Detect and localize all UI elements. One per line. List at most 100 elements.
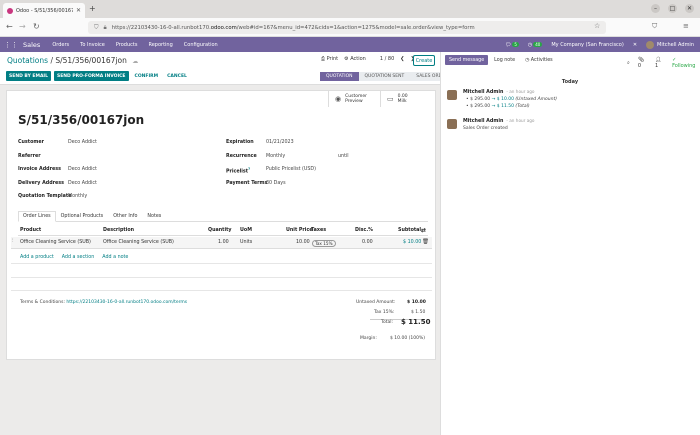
following-button[interactable]: ✓ Following: [672, 57, 700, 69]
invoice-address-field[interactable]: Deco Addict: [68, 167, 97, 172]
status-quotation-sent[interactable]: QUOTATION SENT: [358, 72, 411, 81]
back-icon[interactable]: ←: [6, 22, 13, 31]
line-discount[interactable]: 0.00: [362, 240, 373, 245]
activity-count-badge: 40: [533, 41, 543, 47]
message-author: Mitchell Admin - an hour ago: [463, 118, 535, 124]
menu-orders[interactable]: Orders: [52, 42, 69, 48]
followers-button[interactable]: 👤︎1: [655, 57, 664, 69]
new-tab-icon[interactable]: +: [89, 4, 96, 13]
maximize-window-icon[interactable]: □: [668, 4, 677, 13]
header-unit-price[interactable]: Unit Price: [286, 228, 313, 233]
drag-handle-icon[interactable]: ⁝: [12, 239, 14, 244]
confirm-button[interactable]: CONFIRM: [132, 71, 162, 81]
referrer-field[interactable]: [68, 154, 148, 160]
add-section-link[interactable]: Add a section: [62, 255, 95, 260]
tab-optional-products[interactable]: Optional Products: [56, 211, 109, 222]
print-button[interactable]: ⎙ Print: [321, 56, 338, 62]
avatar[interactable]: [447, 119, 457, 129]
search-icon[interactable]: ⌕: [627, 60, 630, 66]
optional-columns-icon[interactable]: ⇄: [421, 227, 426, 234]
customer-field[interactable]: Deco Addict: [68, 140, 97, 145]
minimize-window-icon[interactable]: –: [651, 4, 660, 13]
line-description[interactable]: Office Cleaning Service (SUB): [103, 240, 174, 245]
send-pro-forma-button[interactable]: SEND PRO-FORMA INVOICE: [53, 71, 129, 81]
url-field[interactable]: ⛉ 🔒︎ https://22103430-16-0-all.runbot170…: [88, 21, 606, 34]
field-name: (Total): [515, 104, 530, 109]
send-by-email-button[interactable]: SEND BY EMAIL: [6, 71, 51, 81]
pager-previous-icon[interactable]: ❮: [400, 56, 404, 62]
add-note-link[interactable]: Add a note: [102, 255, 128, 260]
table-row[interactable]: ⁝ Office Cleaning Service (SUB) Office C…: [11, 237, 432, 249]
create-button[interactable]: Create: [413, 55, 435, 66]
header-discount[interactable]: Disc.%: [355, 228, 373, 233]
pricelist-field[interactable]: Public Pricelist (USD): [266, 167, 316, 172]
quotation-template-field[interactable]: Monthly: [68, 194, 87, 199]
old-value: $ 295.00: [470, 104, 491, 109]
menu-configuration[interactable]: Configuration: [184, 42, 218, 48]
menu-to-invoice[interactable]: To Invoice: [80, 42, 105, 48]
pocket-icon[interactable]: ⛉: [652, 22, 657, 31]
browser-tab-title: Odoo - S/51/356/00167jo: [16, 7, 73, 14]
recurrence-field[interactable]: Monthly: [266, 154, 285, 159]
breadcrumb-current: S/51/356/00167jon: [55, 56, 127, 65]
header-product[interactable]: Product: [20, 228, 41, 233]
company-switcher[interactable]: My Company (San Francisco): [551, 42, 624, 48]
activities-label: Activities: [530, 57, 553, 63]
customer-preview-button[interactable]: ◉ Customer Preview: [328, 91, 380, 107]
breadcrumb-quotations[interactable]: Quotations: [7, 56, 48, 65]
tab-notes[interactable]: Notes: [142, 211, 166, 222]
header-uom[interactable]: UoM: [240, 228, 252, 233]
line-tax-tag[interactable]: Tax 15%: [312, 239, 336, 247]
line-uom[interactable]: Units: [240, 240, 252, 245]
margin-amount: $ 10.00 (100%): [390, 336, 425, 341]
activity-icon[interactable]: ◷ 40: [528, 41, 543, 48]
close-tab-icon[interactable]: ✕: [76, 7, 81, 14]
header-description[interactable]: Description: [103, 228, 134, 233]
pager-value[interactable]: 1 / 80: [380, 56, 394, 62]
menu-icon[interactable]: ≡: [683, 22, 689, 30]
debug-icon[interactable]: ✕: [633, 42, 637, 48]
recurrence-until: until: [338, 154, 349, 159]
line-quantity[interactable]: 1.00: [218, 240, 229, 245]
close-window-icon[interactable]: ✕: [685, 4, 694, 13]
terms-link[interactable]: https://22103430-16-0-all.runbot170.odoo…: [66, 300, 187, 305]
action-button[interactable]: ⚙ Action: [344, 56, 366, 62]
app-name[interactable]: Sales: [23, 41, 40, 49]
header-subtotal[interactable]: Subtotal: [398, 228, 421, 233]
line-product[interactable]: Office Cleaning Service (SUB): [20, 240, 91, 245]
delete-line-icon[interactable]: 🗑︎: [422, 239, 429, 245]
delivery-address-field[interactable]: Deco Addict: [68, 181, 97, 186]
menu-reporting[interactable]: Reporting: [148, 42, 172, 48]
attachment-button[interactable]: 📎︎0: [638, 57, 647, 69]
tab-order-lines[interactable]: Order Lines: [18, 211, 56, 222]
app-grid-icon[interactable]: ⋮⋮: [4, 41, 18, 49]
cancel-button[interactable]: CANCEL: [164, 71, 190, 81]
log-note-button[interactable]: Log note: [490, 55, 519, 65]
bookmark-star-icon[interactable]: ☆: [594, 22, 600, 30]
send-message-button[interactable]: Send message: [445, 55, 489, 65]
activities-button[interactable]: ◷ Activities: [521, 55, 557, 65]
status-quotation[interactable]: QUOTATION: [320, 72, 359, 81]
terms-label: Terms & Conditions:: [20, 300, 67, 305]
line-unit-price[interactable]: 10.00: [296, 240, 310, 245]
expiration-field[interactable]: 01/21/2023: [266, 140, 294, 145]
header-quantity[interactable]: Quantity: [208, 228, 232, 233]
reload-icon[interactable]: ↻: [33, 22, 40, 31]
payment-terms-field[interactable]: 30 Days: [266, 181, 286, 186]
avatar[interactable]: [447, 90, 457, 100]
header-taxes[interactable]: Taxes: [311, 228, 326, 233]
tab-other-info[interactable]: Other Info: [108, 211, 142, 222]
browser-tab[interactable]: Odoo - S/51/356/00167jo ✕: [3, 3, 85, 18]
milk-button[interactable]: ▭ 0.00 Milk: [380, 91, 432, 107]
menu-products[interactable]: Products: [116, 42, 138, 48]
add-line-links: Add a product Add a section Add a note: [20, 255, 128, 260]
pricelist-help-icon[interactable]: ?: [248, 167, 250, 171]
action-label: Action: [350, 56, 366, 62]
forward-icon[interactable]: →: [19, 22, 26, 31]
customer-preview-label: Customer Preview: [345, 93, 367, 104]
chat-count-badge: 5: [512, 41, 519, 47]
discuss-icon[interactable]: 💬︎ 5: [505, 41, 519, 48]
add-product-link[interactable]: Add a product: [20, 255, 54, 260]
user-menu[interactable]: Mitchell Admin: [646, 40, 694, 49]
attachment-count: 0: [637, 63, 641, 69]
